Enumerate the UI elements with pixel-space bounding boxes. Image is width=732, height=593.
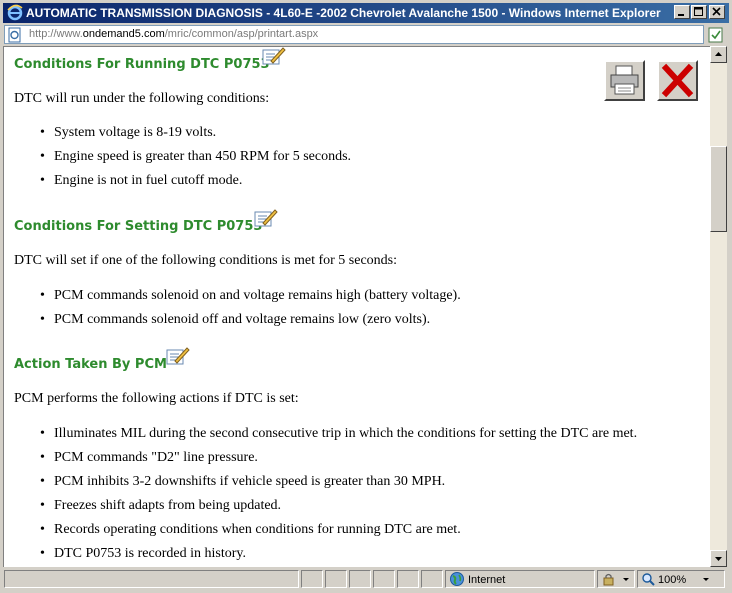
certificate-icon[interactable] (707, 26, 725, 44)
url-prefix: http://www. (29, 28, 83, 40)
status-cell (325, 570, 347, 588)
page-content: Conditions For Running DTC P0753 DTC wil… (3, 46, 710, 567)
maximize-button[interactable] (691, 5, 707, 19)
maximize-icon (694, 7, 703, 16)
url-host: ondemand5.com (82, 28, 165, 40)
zone-label: Internet (468, 574, 506, 586)
list-item: Records operating conditions when condit… (14, 522, 637, 546)
section-heading-action: Action Taken By PCM (14, 357, 167, 372)
list-item: Engine is not in fuel cutoff mode. (14, 173, 351, 197)
close-x-icon (661, 63, 694, 98)
arrow-up-icon (715, 52, 722, 56)
note-edit-icon[interactable] (261, 46, 287, 67)
list-item: Freezes shift adapts from being updated. (14, 498, 637, 522)
vertical-scrollbar[interactable] (710, 46, 727, 567)
bullet-list: System voltage is 8-19 volts. Engine spe… (14, 125, 351, 197)
zoom-level: 100% (658, 574, 687, 586)
scroll-down-button[interactable] (710, 550, 727, 567)
protected-mode-cell[interactable] (597, 570, 635, 588)
note-edit-icon[interactable] (165, 345, 191, 367)
bullet-list: Illuminates MIL during the second consec… (14, 426, 637, 567)
print-button[interactable] (604, 60, 645, 101)
list-item: Illuminates MIL during the second consec… (14, 426, 637, 450)
close-window-button[interactable] (709, 5, 725, 19)
url-field[interactable]: http://www.ondemand5.com/mric/common/asp… (4, 25, 704, 44)
section-intro: PCM performs the following actions if DT… (14, 391, 299, 406)
status-cell (373, 570, 395, 588)
scroll-up-button[interactable] (710, 46, 727, 63)
section-heading-running: Conditions For Running DTC P0753 (14, 57, 270, 72)
title-bar[interactable]: AUTOMATIC TRANSMISSION DIAGNOSIS - 4L60-… (3, 3, 729, 23)
arrow-down-icon (715, 557, 722, 561)
list-item: PCM commands solenoid on and voltage rem… (14, 288, 461, 312)
chevron-down-icon (623, 578, 629, 581)
list-item: PCM commands "D2" line pressure. (14, 450, 637, 474)
status-cell (397, 570, 419, 588)
status-cell (349, 570, 371, 588)
status-cell (421, 570, 443, 588)
minimize-button[interactable] (674, 5, 690, 19)
section-intro: DTC will set if one of the following con… (14, 253, 398, 268)
list-item: PCM commands solenoid off and voltage re… (14, 312, 461, 336)
browser-window: AUTOMATIC TRANSMISSION DIAGNOSIS - 4L60-… (0, 0, 732, 593)
note-edit-icon[interactable] (253, 207, 279, 229)
chevron-down-icon (703, 578, 709, 581)
close-icon (712, 7, 721, 16)
zoom-cell[interactable]: 100% (637, 570, 725, 588)
url-path: /mric/common/asp/printart.aspx (164, 28, 319, 40)
printer-icon (610, 65, 639, 95)
globe-icon (450, 572, 464, 586)
section-intro: DTC will run under the following conditi… (14, 91, 270, 106)
status-message-cell (4, 570, 299, 588)
list-item: System voltage is 8-19 volts. (14, 125, 351, 149)
security-zone-cell[interactable]: Internet (445, 570, 595, 588)
list-item: PCM inhibits 3-2 downshifts if vehicle s… (14, 474, 637, 498)
bullet-list: PCM commands solenoid on and voltage rem… (14, 288, 461, 336)
minimize-icon (678, 14, 684, 16)
list-item: DTC P0753 is recorded in history. (14, 546, 637, 567)
address-bar: http://www.ondemand5.com/mric/common/asp… (3, 25, 729, 45)
list-item: Engine speed is greater than 450 RPM for… (14, 149, 351, 173)
scroll-thumb[interactable] (710, 146, 727, 232)
page-icon (8, 27, 21, 43)
status-bar: Internet 100% (3, 569, 729, 590)
window-title: AUTOMATIC TRANSMISSION DIAGNOSIS - 4L60-… (26, 6, 661, 20)
section-heading-setting: Conditions For Setting DTC P0753 (14, 219, 263, 234)
ie-logo-icon (7, 4, 23, 21)
lock-icon (603, 573, 614, 586)
url-text: http://www.ondemand5.com/mric/common/asp… (29, 28, 318, 40)
close-page-button[interactable] (657, 60, 698, 101)
status-cell (301, 570, 323, 588)
zoom-icon (642, 573, 655, 586)
